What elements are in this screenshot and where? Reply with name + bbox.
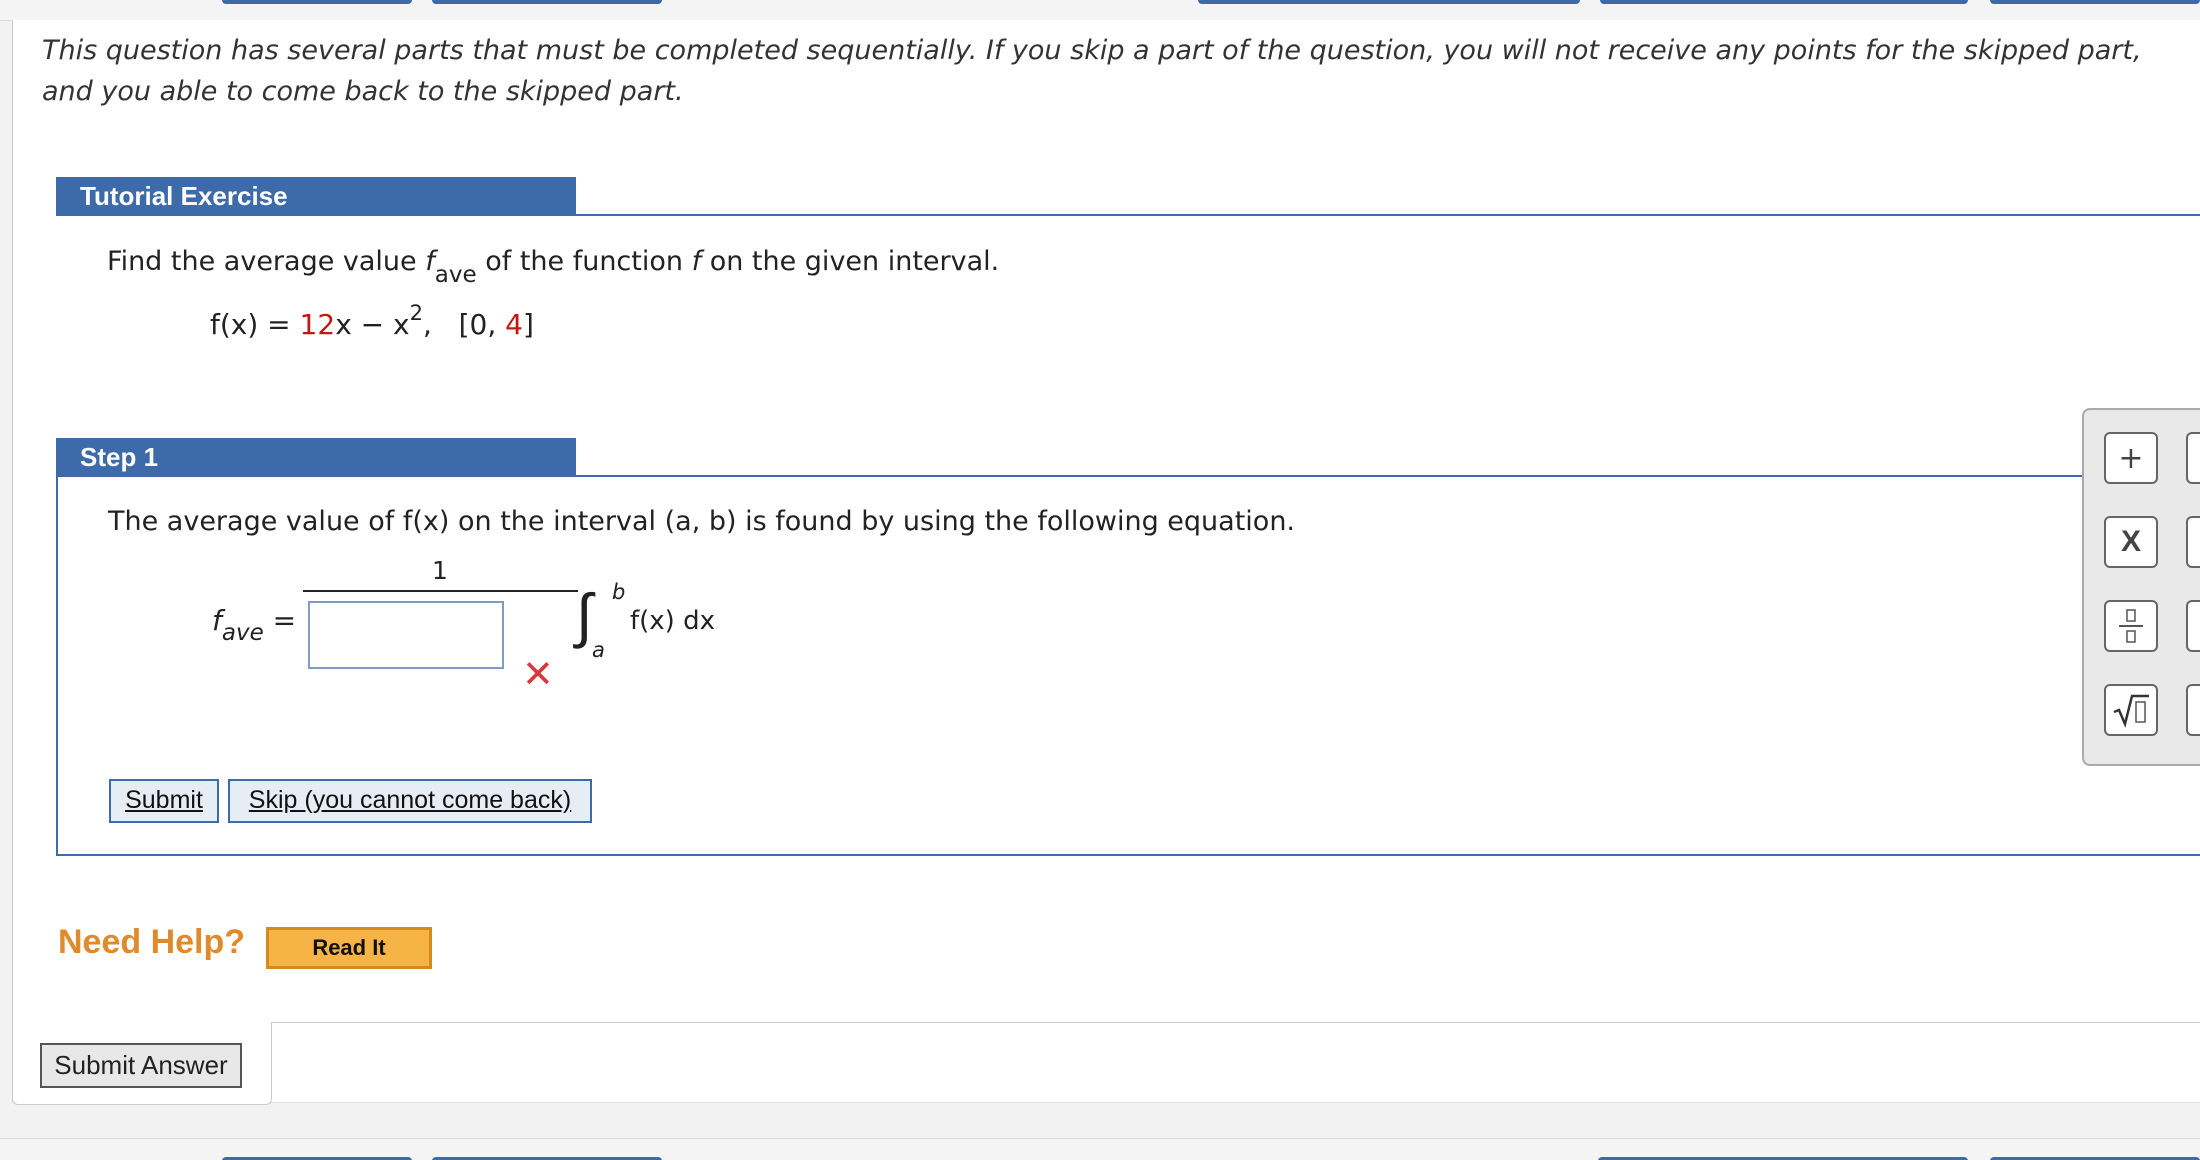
integral-lower: a bbox=[592, 638, 605, 662]
read-it-button[interactable]: Read It bbox=[266, 927, 432, 969]
need-help-label: Need Help? bbox=[58, 923, 246, 961]
top-tab[interactable] bbox=[1198, 0, 1580, 4]
interval-close: ] bbox=[522, 308, 534, 341]
prompt-text: on the given interval. bbox=[701, 246, 1000, 277]
exponent-key[interactable] bbox=[2186, 600, 2200, 652]
denominator-answer-input[interactable] bbox=[308, 601, 504, 669]
step1-prompt: The average value of f(x) on the interva… bbox=[108, 506, 1296, 537]
top-tab[interactable] bbox=[222, 0, 412, 4]
top-tab[interactable] bbox=[1990, 0, 2200, 4]
nth-root-key[interactable] bbox=[2186, 684, 2200, 736]
plus-icon: + bbox=[2118, 440, 2144, 476]
submit-button[interactable]: Submit bbox=[109, 779, 219, 823]
minus-key[interactable] bbox=[2186, 432, 2200, 484]
top-tab[interactable] bbox=[432, 0, 662, 4]
integral-upper: b bbox=[612, 580, 626, 604]
fraction-icon bbox=[2119, 609, 2143, 643]
plus-key[interactable]: + bbox=[2104, 432, 2158, 484]
function-definition: f(x) = 12x − x2, [0, 4] bbox=[210, 301, 534, 341]
prompt-f: f bbox=[691, 246, 702, 277]
footer-divider bbox=[270, 1022, 2200, 1023]
tutorial-prompt: Find the average value fave of the funct… bbox=[107, 246, 1000, 288]
tutorial-header: Tutorial Exercise bbox=[56, 177, 576, 216]
step1-rule bbox=[576, 475, 2086, 477]
interval-open: [0, bbox=[458, 308, 506, 341]
incorrect-icon: ✕ bbox=[522, 652, 554, 696]
step1-header: Step 1 bbox=[56, 438, 576, 477]
fraction-bar bbox=[303, 590, 578, 592]
skip-button[interactable]: Skip (you cannot come back) bbox=[228, 779, 592, 823]
func-coef: 12 bbox=[299, 308, 336, 341]
intro-text: This question has several parts that mus… bbox=[42, 35, 2142, 107]
func-exp: 2 bbox=[409, 301, 423, 325]
func-comma: , bbox=[422, 308, 432, 341]
times-icon: X bbox=[2120, 525, 2141, 558]
fave-label: fave = bbox=[212, 604, 297, 646]
interval-end: 4 bbox=[505, 308, 523, 341]
top-tab[interactable] bbox=[1600, 0, 1968, 4]
fraction-key[interactable] bbox=[2104, 600, 2158, 652]
sqrt-key[interactable] bbox=[2104, 684, 2158, 736]
submit-answer-button[interactable]: Submit Answer bbox=[40, 1043, 242, 1088]
math-palette: + X bbox=[2082, 408, 2200, 766]
prompt-text: of the function bbox=[476, 246, 692, 277]
equals-sign: = bbox=[272, 604, 297, 637]
func-rest: x − x bbox=[335, 308, 410, 341]
func-lhs: f(x) = bbox=[210, 308, 300, 341]
fraction-numerator: 1 bbox=[432, 556, 448, 585]
top-tab-strip bbox=[0, 0, 2200, 21]
bottom-tab-strip bbox=[0, 1138, 2200, 1160]
tutorial-rule bbox=[576, 214, 2200, 216]
page: This question has several parts that mus… bbox=[0, 0, 2200, 1160]
prompt-f: f bbox=[425, 246, 435, 277]
divide-key[interactable] bbox=[2186, 516, 2200, 568]
integral-sign-icon: ∫ bbox=[576, 581, 593, 651]
sqrt-icon bbox=[2113, 694, 2149, 728]
prompt-text: Find the average value bbox=[107, 246, 426, 277]
fave-f: f bbox=[212, 604, 222, 637]
times-key[interactable]: X bbox=[2104, 516, 2158, 568]
fave-sub: ave bbox=[221, 620, 264, 646]
prompt-sub: ave bbox=[434, 262, 477, 288]
integrand: f(x) dx bbox=[630, 606, 715, 636]
